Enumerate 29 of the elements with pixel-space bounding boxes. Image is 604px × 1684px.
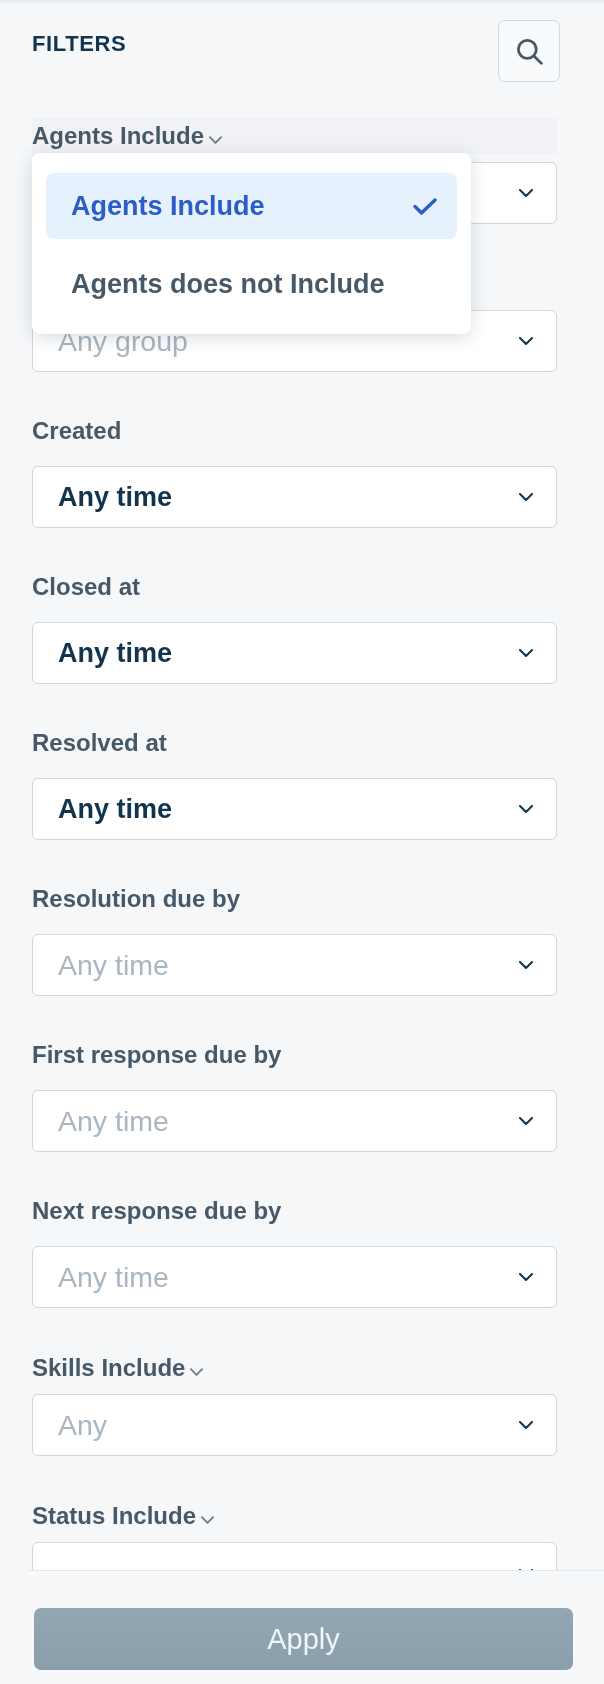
filter-label: Closed at — [32, 572, 141, 602]
filter-toggle[interactable]: Agents Include — [32, 118, 557, 154]
chevron-down-icon — [201, 1515, 215, 1524]
chevron-down-icon — [519, 1273, 533, 1281]
select-field[interactable]: Any time — [32, 622, 557, 684]
filter-label: First response due by — [32, 1040, 282, 1070]
chevron-down-icon — [519, 1421, 533, 1429]
filter-label: Resolved at — [32, 728, 167, 758]
filter-label: Created — [32, 416, 122, 446]
chevron-down-icon — [519, 189, 533, 197]
check-icon — [413, 197, 437, 215]
chevron-down-icon — [519, 337, 533, 345]
chevron-down-icon — [209, 135, 223, 144]
search-icon — [515, 37, 543, 65]
select-field[interactable]: Any time — [32, 778, 557, 840]
filter-toggle[interactable]: Skills Include — [32, 1350, 204, 1386]
chevron-down-icon — [519, 493, 533, 501]
search-button[interactable] — [498, 20, 560, 82]
menu-option[interactable]: Agents Include — [46, 173, 457, 239]
chevron-down-icon — [519, 961, 533, 969]
filter-toggle[interactable]: Status Include — [32, 1498, 215, 1534]
filters-heading: FILTERS — [32, 30, 127, 58]
chevron-down-icon — [519, 805, 533, 813]
chevron-down-icon — [519, 1117, 533, 1125]
chevron-down-icon — [519, 649, 533, 657]
select-field[interactable]: Any time — [32, 466, 557, 528]
chevron-down-icon — [190, 1367, 204, 1376]
filter-label: Resolution due by — [32, 884, 240, 914]
filter-label: Next response due by — [32, 1196, 282, 1226]
